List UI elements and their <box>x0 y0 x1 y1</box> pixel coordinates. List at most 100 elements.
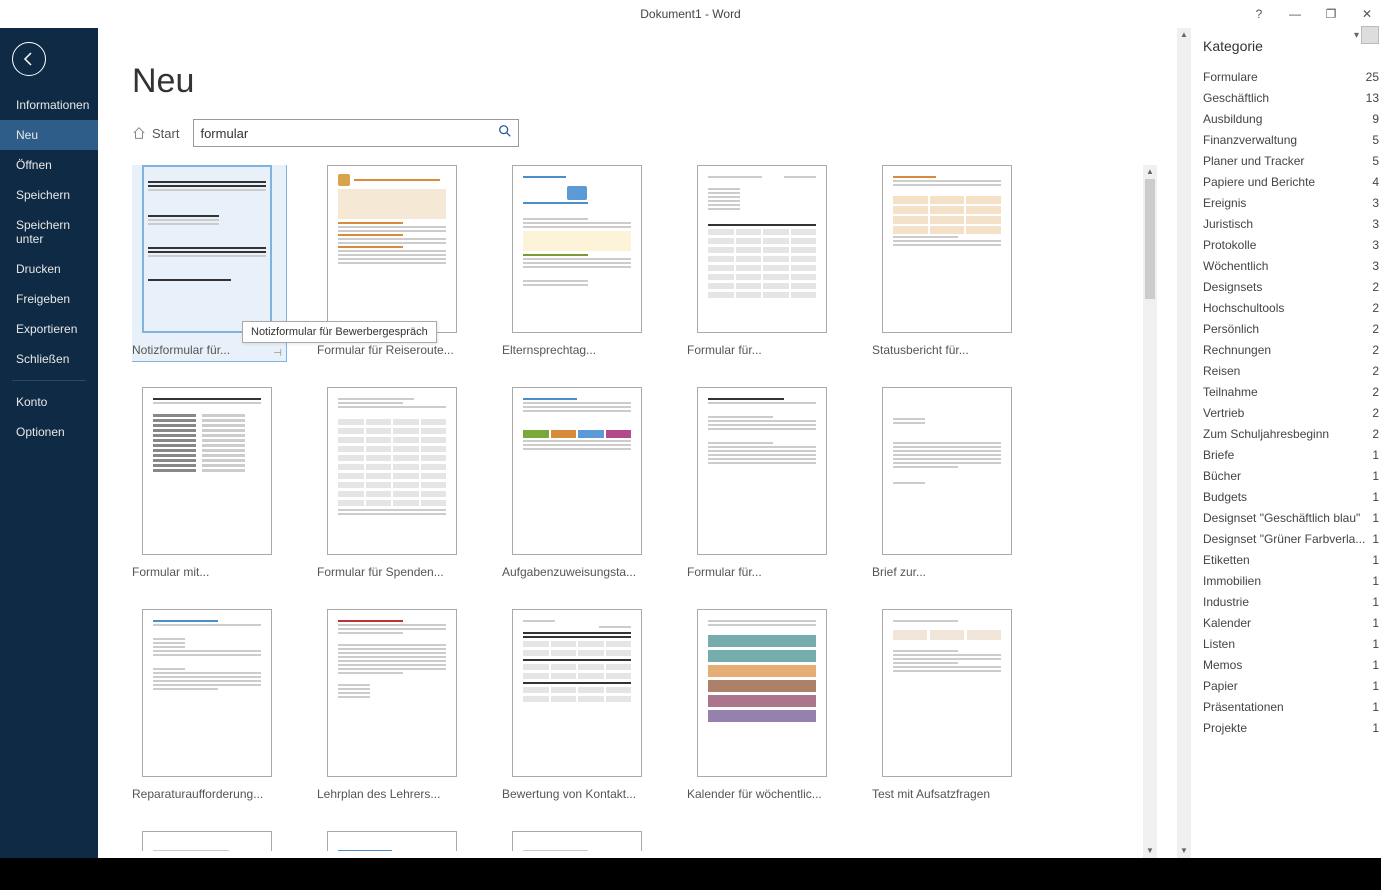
category-row[interactable]: Planer und Tracker5 <box>1203 150 1381 171</box>
category-row[interactable]: Papier1 <box>1203 675 1381 696</box>
scroll-up-icon[interactable]: ▲ <box>1177 28 1191 42</box>
category-row[interactable]: Zum Schuljahresbeginn2 <box>1203 423 1381 444</box>
template-tile[interactable] <box>502 831 652 858</box>
category-name: Designset "Grüner Farbverla... <box>1203 532 1365 546</box>
category-row[interactable]: Vertrieb2 <box>1203 402 1381 423</box>
template-thumbnail <box>697 387 827 555</box>
scroll-down-icon[interactable]: ▼ <box>1177 844 1191 858</box>
category-row[interactable]: Listen1 <box>1203 633 1381 654</box>
window-title: Dokument1 - Word <box>640 7 740 21</box>
category-count: 1 <box>1372 511 1379 525</box>
sidebar-item-schließen[interactable]: Schließen <box>0 344 98 374</box>
scroll-down-icon[interactable]: ▼ <box>1143 844 1157 858</box>
template-thumbnail <box>697 609 827 777</box>
category-row[interactable]: Briefe1 <box>1203 444 1381 465</box>
sidebar-item-optionen[interactable]: Optionen <box>0 417 98 447</box>
scroll-up-icon[interactable]: ▲ <box>1143 165 1157 179</box>
template-gallery[interactable]: Notizformular für...⊣Formular für Reiser… <box>132 165 1157 858</box>
category-row[interactable]: Immobilien1 <box>1203 570 1381 591</box>
template-tile[interactable]: Kalender für wöchentlic... <box>687 609 837 801</box>
category-name: Reisen <box>1203 364 1240 378</box>
category-name: Briefe <box>1203 448 1234 462</box>
category-row[interactable]: Wöchentlich3 <box>1203 255 1381 276</box>
sidebar-item-drucken[interactable]: Drucken <box>0 254 98 284</box>
back-button[interactable] <box>12 42 46 76</box>
close-icon[interactable]: ✕ <box>1353 7 1381 21</box>
category-row[interactable]: Industrie1 <box>1203 591 1381 612</box>
template-tile[interactable]: Formular für Spenden... <box>317 387 467 579</box>
category-row[interactable]: Papiere und Berichte4 <box>1203 171 1381 192</box>
sidebar-item-neu[interactable]: Neu <box>0 120 98 150</box>
category-name: Persönlich <box>1203 322 1259 336</box>
category-row[interactable]: Budgets1 <box>1203 486 1381 507</box>
search-box[interactable] <box>193 119 519 147</box>
template-tile[interactable] <box>132 831 282 858</box>
template-tile[interactable]: Reparaturaufforderung... <box>132 609 282 801</box>
template-label: Formular mit... <box>132 565 282 579</box>
category-name: Zum Schuljahresbeginn <box>1203 427 1329 441</box>
category-row[interactable]: Memos1 <box>1203 654 1381 675</box>
category-count: 4 <box>1372 175 1379 189</box>
template-tile[interactable]: Test mit Aufsatzfragen <box>872 609 1022 801</box>
template-label: Bewertung von Kontakt... <box>502 787 652 801</box>
category-row[interactable]: Ereignis3 <box>1203 192 1381 213</box>
category-row[interactable]: Projekte1 <box>1203 717 1381 738</box>
category-count: 2 <box>1372 280 1379 294</box>
template-thumbnail <box>327 387 457 555</box>
home-link[interactable]: Start <box>132 126 179 141</box>
category-name: Ausbildung <box>1203 112 1262 126</box>
category-row[interactable]: Persönlich2 <box>1203 318 1381 339</box>
category-row[interactable]: Präsentationen1 <box>1203 696 1381 717</box>
sidebar-item-exportieren[interactable]: Exportieren <box>0 314 98 344</box>
template-thumbnail <box>512 831 642 851</box>
template-tile[interactable]: Lehrplan des Lehrers... <box>317 609 467 801</box>
search-icon[interactable] <box>498 124 512 143</box>
category-row[interactable]: Ausbildung9 <box>1203 108 1381 129</box>
category-scrollbar[interactable]: ▲ ▼ <box>1177 28 1191 858</box>
category-count: 3 <box>1372 196 1379 210</box>
category-row[interactable]: Juristisch3 <box>1203 213 1381 234</box>
category-row[interactable]: Reisen2 <box>1203 360 1381 381</box>
category-row[interactable]: Geschäftlich13 <box>1203 87 1381 108</box>
help-icon[interactable]: ? <box>1245 7 1273 21</box>
sidebar-item-informationen[interactable]: Informationen <box>0 90 98 120</box>
sidebar-item-speichern-unter[interactable]: Speichern unter <box>0 210 98 254</box>
sidebar-item-konto[interactable]: Konto <box>0 387 98 417</box>
template-tile[interactable] <box>317 831 467 858</box>
category-row[interactable]: Hochschultools2 <box>1203 297 1381 318</box>
sidebar-item-speichern[interactable]: Speichern <box>0 180 98 210</box>
category-row[interactable]: Formulare25 <box>1203 66 1381 87</box>
pin-icon[interactable]: ⊣ <box>273 348 282 359</box>
template-label: Formular für Reiseroute... <box>317 343 467 357</box>
template-tile[interactable]: Formular mit... <box>132 387 282 579</box>
template-tile[interactable]: Formular für... <box>687 165 837 357</box>
minimize-icon[interactable]: — <box>1281 7 1309 21</box>
category-row[interactable]: Finanzverwaltung5 <box>1203 129 1381 150</box>
template-tile[interactable]: Elternsprechtag... <box>502 165 652 357</box>
category-row[interactable]: Kalender1 <box>1203 612 1381 633</box>
template-tile[interactable]: Statusbericht für... <box>872 165 1022 357</box>
category-row[interactable]: Bücher1 <box>1203 465 1381 486</box>
category-row[interactable]: Etiketten1 <box>1203 549 1381 570</box>
template-tile[interactable]: Formular für... <box>687 387 837 579</box>
sidebar-item-öffnen[interactable]: Öffnen <box>0 150 98 180</box>
category-row[interactable]: Protokolle3 <box>1203 234 1381 255</box>
category-row[interactable]: Teilnahme2 <box>1203 381 1381 402</box>
category-name: Rechnungen <box>1203 343 1271 357</box>
category-row[interactable]: Rechnungen2 <box>1203 339 1381 360</box>
template-tile[interactable]: Bewertung von Kontakt... <box>502 609 652 801</box>
template-tile[interactable]: Brief zur... <box>872 387 1022 579</box>
template-thumbnail <box>142 165 272 333</box>
category-row[interactable]: Designset "Geschäftlich blau"1 <box>1203 507 1381 528</box>
scrollbar-thumb[interactable] <box>1145 179 1155 299</box>
gallery-scrollbar[interactable]: ▲ ▼ <box>1143 165 1157 858</box>
category-count: 5 <box>1372 154 1379 168</box>
category-row[interactable]: Designset "Grüner Farbverla...1 <box>1203 528 1381 549</box>
category-row[interactable]: Designsets2 <box>1203 276 1381 297</box>
restore-icon[interactable]: ❐ <box>1317 7 1345 21</box>
template-thumbnail <box>142 609 272 777</box>
search-input[interactable] <box>200 126 498 141</box>
sidebar-item-freigeben[interactable]: Freigeben <box>0 284 98 314</box>
template-tile[interactable]: Aufgabenzuweisungsta... <box>502 387 652 579</box>
category-count: 3 <box>1372 238 1379 252</box>
